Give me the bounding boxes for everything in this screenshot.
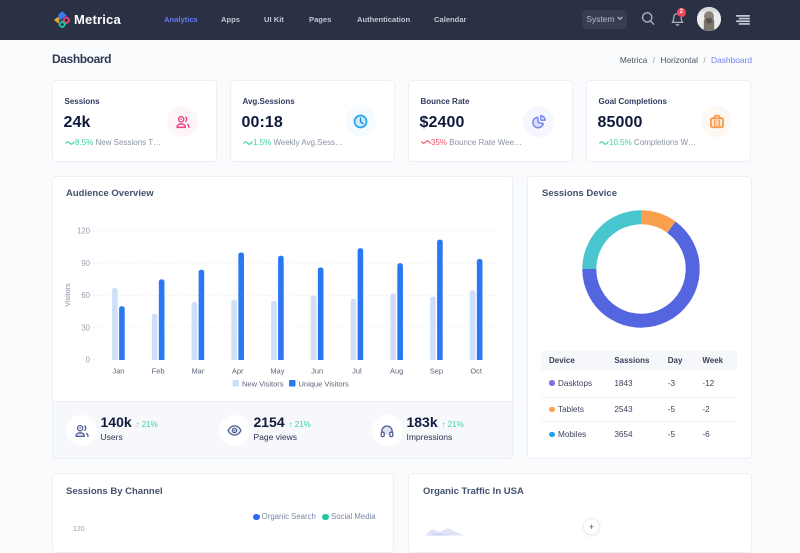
svg-text:Apr: Apr: [232, 367, 244, 376]
svg-text:Sep: Sep: [430, 367, 443, 376]
svg-text:Feb: Feb: [152, 367, 165, 376]
svg-text:New Visitors: New Visitors: [242, 380, 284, 389]
svg-text:May: May: [270, 367, 284, 376]
svg-text:60: 60: [81, 291, 90, 300]
svg-text:0: 0: [86, 356, 91, 365]
svg-text:Jul: Jul: [352, 367, 362, 376]
svg-text:Jun: Jun: [311, 367, 323, 376]
svg-text:Oct: Oct: [470, 367, 483, 376]
svg-text:Visitors: Visitors: [63, 283, 72, 307]
svg-text:Aug: Aug: [390, 367, 403, 376]
svg-text:30: 30: [81, 323, 90, 332]
svg-text:120: 120: [77, 227, 91, 236]
svg-text:Jan: Jan: [112, 367, 124, 376]
svg-text:Unique Visitors: Unique Visitors: [299, 380, 350, 389]
svg-text:Mar: Mar: [191, 367, 204, 376]
svg-text:90: 90: [81, 259, 90, 268]
